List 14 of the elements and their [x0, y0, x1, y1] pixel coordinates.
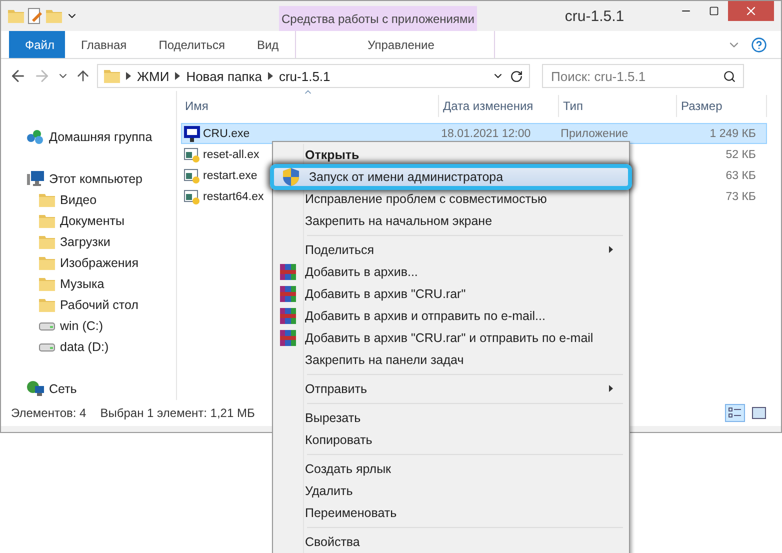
file-size: 52 КБ: [726, 148, 756, 160]
window-title: cru-1.5.1: [564, 6, 626, 26]
file-size: 73 КБ: [726, 190, 756, 202]
file-name: restart.exe: [203, 170, 258, 182]
file-size: 1 249 КБ: [710, 128, 756, 140]
item-count: Элементов: 4: [11, 406, 86, 420]
file-type: Приложение: [560, 128, 628, 140]
file-name: reset-all.ex: [203, 148, 260, 160]
file-size: 63 КБ: [726, 170, 756, 182]
selection-info: Выбран 1 элемент: 1,21 МБ: [100, 406, 255, 420]
file-name: CRU.exe: [203, 128, 250, 140]
tool-group-label: Средства работы с приложениями: [279, 6, 477, 31]
file-name: restart64.ex: [203, 190, 264, 202]
file-date: 18.01.2021 12:00: [441, 128, 531, 140]
